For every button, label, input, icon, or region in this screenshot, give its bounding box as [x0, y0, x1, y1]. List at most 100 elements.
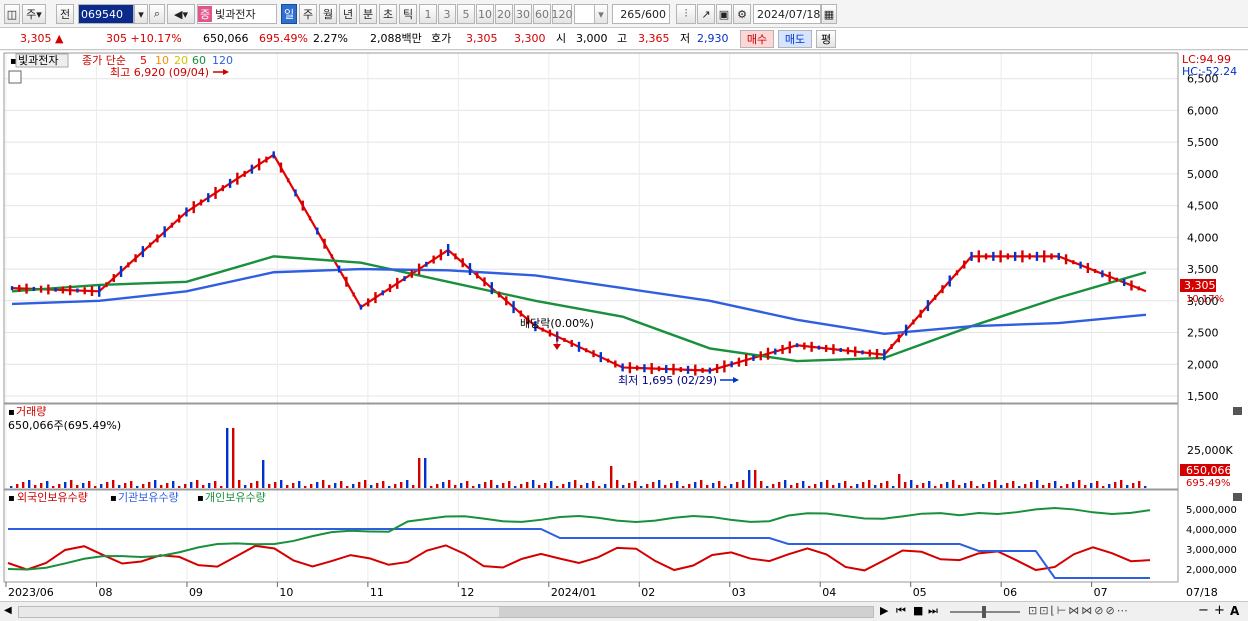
volume-bar	[718, 481, 721, 488]
scroll-right-icon[interactable]: ▶	[880, 604, 888, 617]
scroll-left-icon[interactable]: ◀	[4, 605, 14, 618]
save-icon[interactable]: ▣	[716, 4, 732, 24]
candle	[919, 309, 922, 318]
chart-svg[interactable]: 6,5006,0005,5005,0004,5004,0003,5003,000…	[0, 51, 1248, 601]
scrollbar-thumb[interactable]	[499, 607, 873, 617]
candle	[824, 344, 828, 352]
zoom-slider-handle[interactable]	[982, 606, 986, 618]
period-second-button[interactable]: 초	[379, 4, 397, 24]
candle	[243, 170, 246, 177]
volume-bar	[142, 484, 145, 488]
volume-bar	[772, 484, 775, 488]
volume-bar	[160, 485, 163, 488]
candle	[795, 343, 799, 348]
market-badge: 증	[198, 6, 213, 22]
volume-bar	[640, 486, 643, 488]
volume-bar	[988, 482, 991, 488]
stock-name-field[interactable]: 증 빛과전자	[197, 4, 277, 24]
gear-icon[interactable]: ⚙	[733, 4, 751, 24]
volume-bar	[76, 485, 79, 488]
holdings-panel-frame	[3, 489, 1179, 583]
candle-type-icon[interactable]: ⫶	[676, 4, 696, 24]
candle	[199, 199, 203, 206]
candle	[287, 178, 290, 183]
volume-bar	[364, 480, 367, 488]
volume-bar	[868, 480, 871, 488]
interval-120-button[interactable]: 120	[552, 4, 573, 24]
flat-button[interactable]: 평	[816, 30, 836, 48]
calendar-icon[interactable]: ▦	[821, 4, 837, 24]
volume-bar	[64, 482, 67, 488]
horizontal-scrollbar[interactable]	[18, 606, 874, 618]
window-menu-icon[interactable]: ◫	[4, 4, 20, 24]
count-total: /600	[641, 7, 666, 21]
price-y-tick: 4,000	[1187, 231, 1219, 244]
rewind-icon[interactable]: ⏮	[896, 604, 906, 618]
candle	[970, 251, 973, 261]
font-size-icon[interactable]: A	[1230, 604, 1239, 618]
candle	[744, 354, 748, 367]
volume-bar	[1054, 481, 1057, 488]
indicator-icon[interactable]: ↗	[697, 4, 715, 24]
candle	[468, 263, 472, 276]
interval-1-button[interactable]: 1	[419, 4, 437, 24]
search-icon[interactable]: ⌕	[149, 4, 165, 24]
buy-button[interactable]: 매수	[740, 30, 774, 48]
volume-bar	[790, 485, 793, 488]
drawing-tools-icon[interactable]: ⊡⊡⌊⊢⋈⋈⊘⊘⋯	[1028, 604, 1130, 617]
period-month-button[interactable]: 월	[319, 4, 337, 24]
volume-bar	[880, 483, 883, 488]
hc-label: HC:-52.24	[1182, 65, 1237, 78]
candle	[308, 216, 312, 221]
volume-panel-close-icon	[1233, 407, 1242, 415]
candle	[606, 358, 610, 363]
period-day-button[interactable]: 일	[281, 4, 297, 24]
candle	[214, 186, 217, 199]
period-minute-button[interactable]: 분	[359, 4, 377, 24]
volume-bar	[760, 481, 763, 488]
interval-30-button[interactable]: 30	[514, 4, 532, 24]
candle	[628, 362, 632, 374]
bid-label: 호가	[431, 32, 452, 45]
zoom-out-icon[interactable]: −	[1198, 603, 1209, 618]
volume-bar	[1072, 482, 1075, 488]
custom-interval-dropdown-icon[interactable]: ▾	[594, 4, 608, 24]
interval-60-button[interactable]: 60	[533, 4, 551, 24]
chart-area[interactable]: 6,500 6,000 5,500 5,000 4,500 4,000 3,500 3,000…	[0, 51, 1248, 601]
interval-5-button[interactable]: 5	[457, 4, 475, 24]
interval-20-button[interactable]: 20	[495, 4, 513, 24]
forward-icon[interactable]: ⏭	[928, 604, 938, 618]
date-input[interactable]: 2024/07/18	[753, 4, 821, 24]
sound-icon[interactable]: ◀▾	[167, 4, 195, 24]
period-tick-button[interactable]: 틱	[399, 4, 417, 24]
period-year-button[interactable]: 년	[339, 4, 357, 24]
candle	[439, 249, 443, 261]
candle	[39, 285, 43, 293]
volume-bar	[1036, 480, 1039, 488]
candle	[381, 290, 384, 296]
stock-code-dropdown-icon[interactable]: ▾	[134, 4, 148, 24]
volume-bar	[460, 483, 463, 488]
volume-bar	[730, 484, 733, 488]
candle	[977, 250, 981, 263]
volume-bar	[424, 458, 427, 488]
candle	[141, 246, 145, 258]
candle	[177, 214, 181, 223]
interval-3-button[interactable]: 3	[438, 4, 456, 24]
interval-10-button[interactable]: 10	[476, 4, 494, 24]
volume-bar	[934, 486, 937, 488]
stop-icon[interactable]: ■	[913, 604, 923, 617]
zoom-in-icon[interactable]: +	[1214, 603, 1225, 618]
holdings-y-tick-3m: 3,000,000	[1186, 545, 1237, 556]
volume-bar	[256, 481, 259, 488]
stock-code-input[interactable]: 069540	[78, 4, 134, 24]
count-input[interactable]: 265/600	[612, 4, 670, 24]
candle	[1021, 250, 1024, 263]
candle	[1057, 252, 1060, 260]
candle	[1013, 251, 1017, 261]
period-main-select[interactable]: 주 ▾	[22, 4, 46, 24]
volume-panel-handle-icon: ▪	[8, 407, 15, 418]
sell-button[interactable]: 매도	[778, 30, 812, 48]
prev-button[interactable]: 전	[56, 4, 74, 24]
period-week-button[interactable]: 주	[299, 4, 317, 24]
